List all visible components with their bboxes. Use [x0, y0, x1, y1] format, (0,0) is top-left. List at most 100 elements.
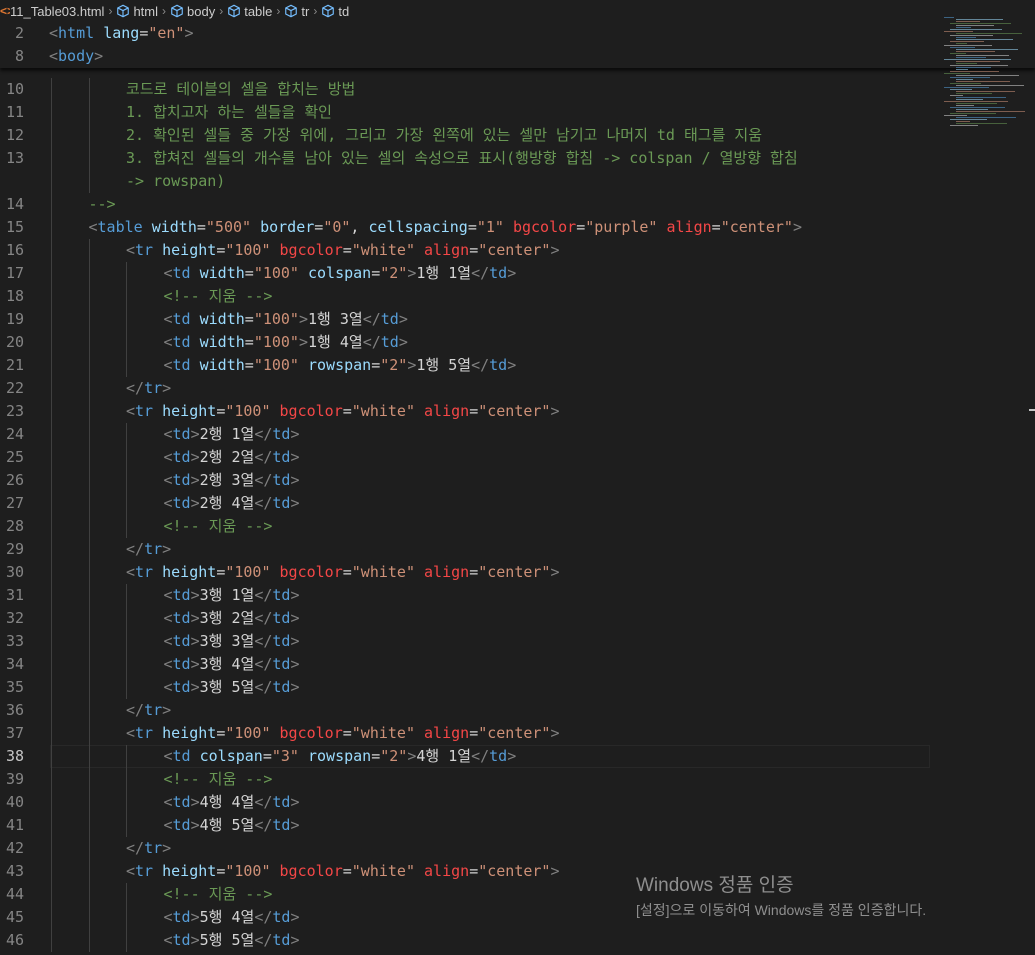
code-line[interactable]: 29 </tr>	[0, 538, 930, 561]
indent-guide	[126, 331, 127, 354]
code-token: >	[190, 632, 200, 650]
code-line[interactable]: 15 <table width="500" border="0", cellspa…	[0, 216, 930, 239]
breadcrumb-item-table[interactable]: table	[227, 4, 272, 19]
code-token: <	[163, 310, 173, 328]
chevron-right-icon: ›	[276, 4, 281, 18]
code-token: >	[550, 241, 560, 259]
code-token: rowspan	[308, 356, 372, 374]
code-line[interactable]: 12 2. 확인된 셀들 중 가장 위에, 그리고 가장 왼쪽에 있는 셀만 남기…	[0, 124, 930, 147]
indent-guide	[51, 285, 52, 308]
sticky-line[interactable]: 2 <html lang="en">	[0, 22, 930, 45]
code-line[interactable]: 10 코드로 테이블의 셀을 합치는 방법	[0, 78, 930, 101]
breadcrumb-item-html[interactable]: html	[116, 4, 158, 19]
code-token: td	[172, 931, 191, 949]
indent-guide	[51, 216, 52, 239]
code-line[interactable]: 32 <td>3행 2열</td>	[0, 607, 930, 630]
code-line[interactable]: 13 3. 합쳐진 셀들의 개수를 남아 있는 셀의 속성으로 표시(행방향 합침…	[0, 147, 930, 170]
code-line[interactable]: 46 <td>5행 5열</td>	[0, 929, 930, 952]
sticky-scroll-header[interactable]: 2 <html lang="en"> 8 <body>	[0, 22, 1035, 68]
code-token: td	[489, 747, 508, 765]
code-token: td	[272, 931, 291, 949]
minimap-line	[956, 85, 1024, 86]
code-line[interactable]: 23 <tr height="100" bgcolor="white" align…	[0, 400, 930, 423]
code-line[interactable]: 42 </tr>	[0, 837, 930, 860]
code-line[interactable]: 26 <td>2행 3열</td>	[0, 469, 930, 492]
code-line[interactable]: 35 <td>3행 5열</td>	[0, 676, 930, 699]
code-token: 2. 확인된 셀들 중 가장 위에, 그리고 가장 왼쪽에 있는 셀만 남기고 …	[126, 126, 763, 144]
breadcrumb-item-body[interactable]: body	[170, 4, 215, 19]
breadcrumb-item-td[interactable]: td	[321, 4, 349, 19]
indent-guide	[88, 170, 90, 193]
line-number: 33	[5, 632, 24, 650]
minimap-line	[950, 89, 972, 90]
indent-guide	[126, 883, 127, 906]
code-line[interactable]: 37 <tr height="100" bgcolor="white" align…	[0, 722, 930, 745]
code-line[interactable]: 24 <td>2행 1열</td>	[0, 423, 930, 446]
code-line[interactable]: 22 </tr>	[0, 377, 930, 400]
indent-guide	[126, 492, 127, 515]
code-line[interactable]: 16 <tr height="100" bgcolor="white" align…	[0, 239, 930, 262]
code-line[interactable]: 40 <td>4행 4열</td>	[0, 791, 930, 814]
code-token: </	[126, 379, 145, 397]
code-line[interactable]: 33 <td>3행 3열</td>	[0, 630, 930, 653]
indent-guide	[51, 423, 52, 446]
code-line[interactable]: 38 <td colspan="3" rowspan="2">4행 1열</td>	[0, 745, 930, 768]
minimap-line	[956, 61, 1000, 62]
indent-guide	[51, 814, 52, 837]
breadcrumb-item-tr[interactable]: tr	[284, 4, 309, 19]
code-token: >	[507, 356, 517, 374]
code-token: =	[216, 563, 226, 581]
code-editor[interactable]: 2 <html lang="en"> 8 <body> 10 코드로 테이블의 셀을 합…	[0, 22, 1035, 955]
code-token: </	[254, 586, 273, 604]
minimap[interactable]	[930, 15, 1030, 126]
code-token: >	[507, 264, 517, 282]
indent-guide	[88, 423, 90, 446]
code-token: -> rowspan)	[126, 172, 226, 190]
code-line[interactable]: 28 <!-- 지움 -->	[0, 515, 930, 538]
code-line[interactable]: 39 <!-- 지움 -->	[0, 768, 930, 791]
minimap-line	[950, 77, 990, 78]
code-line[interactable]: 21 <td width="100" rowspan="2">1행 5열</td>	[0, 354, 930, 377]
code-line[interactable]: -> rowspan)	[0, 170, 930, 193]
indent-guide	[126, 768, 127, 791]
code-token: <	[126, 724, 136, 742]
code-token: </	[254, 655, 273, 673]
chevron-right-icon: ›	[219, 4, 224, 18]
code-token: "center"	[478, 402, 551, 420]
sticky-line[interactable]: 8 <body>	[0, 45, 930, 68]
code-content: <td>5행 5열</td>	[164, 929, 300, 952]
code-line[interactable]: 41 <td>4행 5열</td>	[0, 814, 930, 837]
indent-guide	[126, 308, 127, 331]
code-token: =	[262, 747, 272, 765]
code-token: width	[199, 310, 245, 328]
scrollbar-cursor-marker	[1029, 409, 1035, 411]
code-line[interactable]: 18 <!-- 지움 -->	[0, 285, 930, 308]
code-line[interactable]: 14 -->	[0, 193, 930, 216]
code-line[interactable]: 17 <td width="100" colspan="2">1행 1열</td>	[0, 262, 930, 285]
html-file-icon: <>	[0, 4, 10, 18]
code-line[interactable]: 20 <td width="100">1행 4열</td>	[0, 331, 930, 354]
line-number: 30	[5, 563, 24, 581]
code-token: >	[190, 931, 200, 949]
line-number: 35	[5, 678, 24, 696]
code-line[interactable]: 11 1. 합치고자 하는 셀들을 확인	[0, 101, 930, 124]
line-number: 41	[5, 816, 24, 834]
code-token: 3행 2열	[199, 609, 255, 627]
indent-guide	[88, 101, 90, 124]
code-line[interactable]: 34 <td>3행 4열</td>	[0, 653, 930, 676]
indent-guide	[51, 837, 52, 860]
code-line[interactable]: 30 <tr height="100" bgcolor="white" align…	[0, 561, 930, 584]
code-token: </	[254, 931, 273, 949]
code-line[interactable]: 27 <td>2행 4열</td>	[0, 492, 930, 515]
code-token: bgcolor	[512, 218, 577, 236]
code-line[interactable]: 36 </tr>	[0, 699, 930, 722]
code-line[interactable]: 31 <td>3행 1열</td>	[0, 584, 930, 607]
breadcrumb-file[interactable]: 11_Table03.html	[10, 4, 104, 19]
code-token: td	[172, 793, 191, 811]
code-line[interactable]: 19 <td width="100">1행 3열</td>	[0, 308, 930, 331]
code-line[interactable]: 25 <td>2행 2열</td>	[0, 446, 930, 469]
minimap-line	[956, 49, 1018, 50]
code-token: >	[190, 471, 200, 489]
line-number: 29	[5, 540, 24, 558]
line-number: 31	[5, 586, 24, 604]
